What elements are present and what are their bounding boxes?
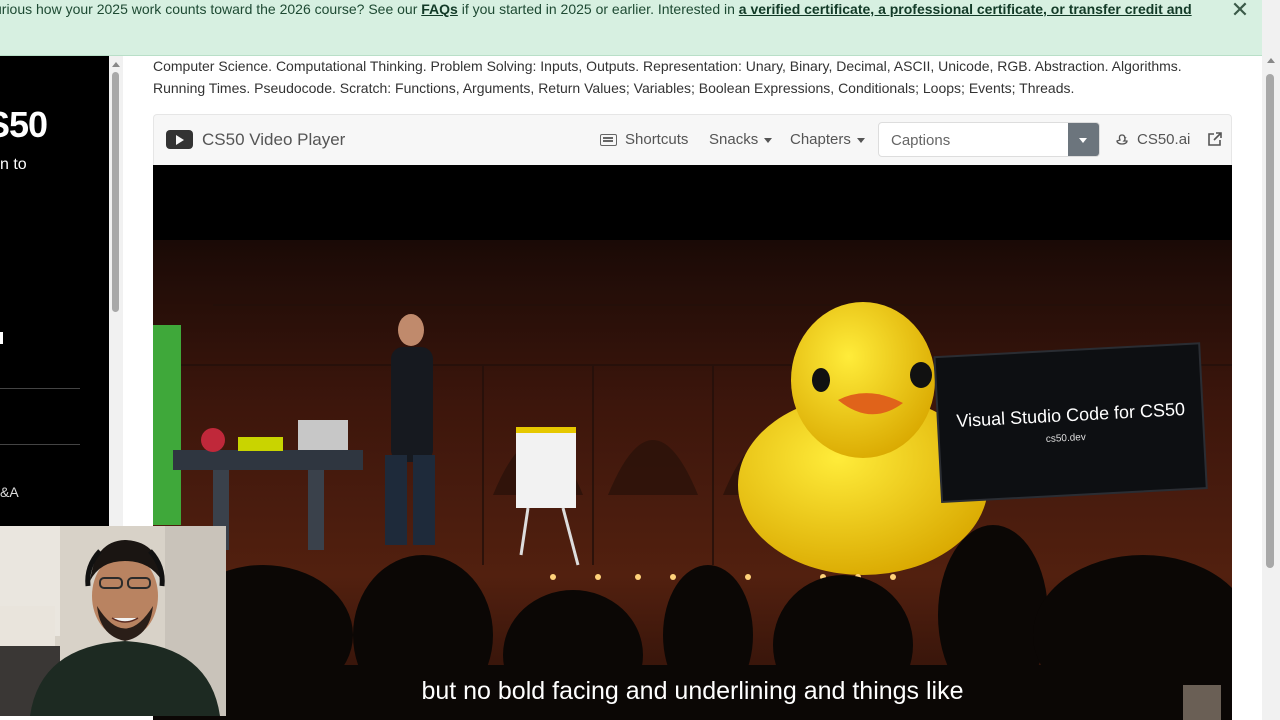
sidebar-scrollbar[interactable] [109, 56, 123, 526]
sidebar-divider [0, 444, 80, 445]
page-scrollbar[interactable] [1262, 0, 1280, 720]
sidebar-divider [0, 388, 80, 389]
sidebar-item-qa[interactable]: &A [0, 484, 19, 500]
chapters-dropdown[interactable]: Chapters [790, 131, 865, 148]
chevron-down-icon [856, 137, 865, 143]
keyboard-icon[interactable] [600, 134, 617, 146]
sidebar-title: S50 [0, 104, 48, 145]
sidebar-scroll-thumb[interactable] [112, 72, 119, 312]
shortcuts-button[interactable]: Shortcuts [625, 131, 688, 148]
snacks-dropdown[interactable]: Snacks [709, 131, 773, 148]
duck-icon [1116, 134, 1128, 145]
video-caption: but no bold facing and underlining and t… [421, 677, 964, 705]
banner-text-before: urious how your 2025 work counts toward … [0, 1, 422, 17]
video-player[interactable]: Visual Studio Code for CS50 cs50.dev but… [153, 165, 1232, 720]
video-player-toolbar: CS50 Video Player Shortcuts Snacks Chapt… [153, 114, 1232, 165]
sidebar-active-marker [0, 332, 3, 344]
course-sidebar: S50 n to &A [0, 56, 109, 526]
snacks-label: Snacks [709, 131, 759, 148]
youtube-icon [166, 130, 193, 149]
external-link-icon[interactable] [1207, 132, 1222, 147]
video-frame: Visual Studio Code for CS50 cs50.dev [153, 165, 1232, 720]
screen-subtitle: cs50.dev [1046, 432, 1087, 445]
page-scroll-thumb[interactable] [1266, 74, 1274, 568]
chapters-label: Chapters [790, 131, 851, 148]
announcement-banner: urious how your 2025 work counts toward … [0, 0, 1262, 56]
scroll-up-icon[interactable] [1267, 58, 1275, 63]
player-title: CS50 Video Player [202, 130, 346, 149]
banner-text: urious how your 2025 work counts toward … [0, 1, 1192, 17]
sidebar-subtitle: n to [0, 156, 27, 173]
webcam-overlay [0, 526, 226, 716]
captions-toggle-button[interactable] [1068, 123, 1099, 156]
lecture-description: Computer Science. Computational Thinking… [153, 58, 1182, 96]
close-icon[interactable]: ✕ [1228, 0, 1252, 22]
captions-selected-value: Captions [891, 132, 951, 149]
faq-link[interactable]: FAQs [421, 1, 458, 17]
scroll-up-icon[interactable] [112, 62, 120, 67]
banner-text-middle: if you started in 2025 or earlier. Inter… [457, 1, 739, 17]
captions-select[interactable]: Captions [878, 122, 1100, 157]
chevron-down-icon [764, 137, 773, 143]
webcam-image [0, 526, 226, 716]
certificate-link[interactable]: a verified certificate, a professional c… [739, 1, 1192, 17]
cs50-ai-link[interactable]: CS50.ai [1137, 131, 1190, 148]
